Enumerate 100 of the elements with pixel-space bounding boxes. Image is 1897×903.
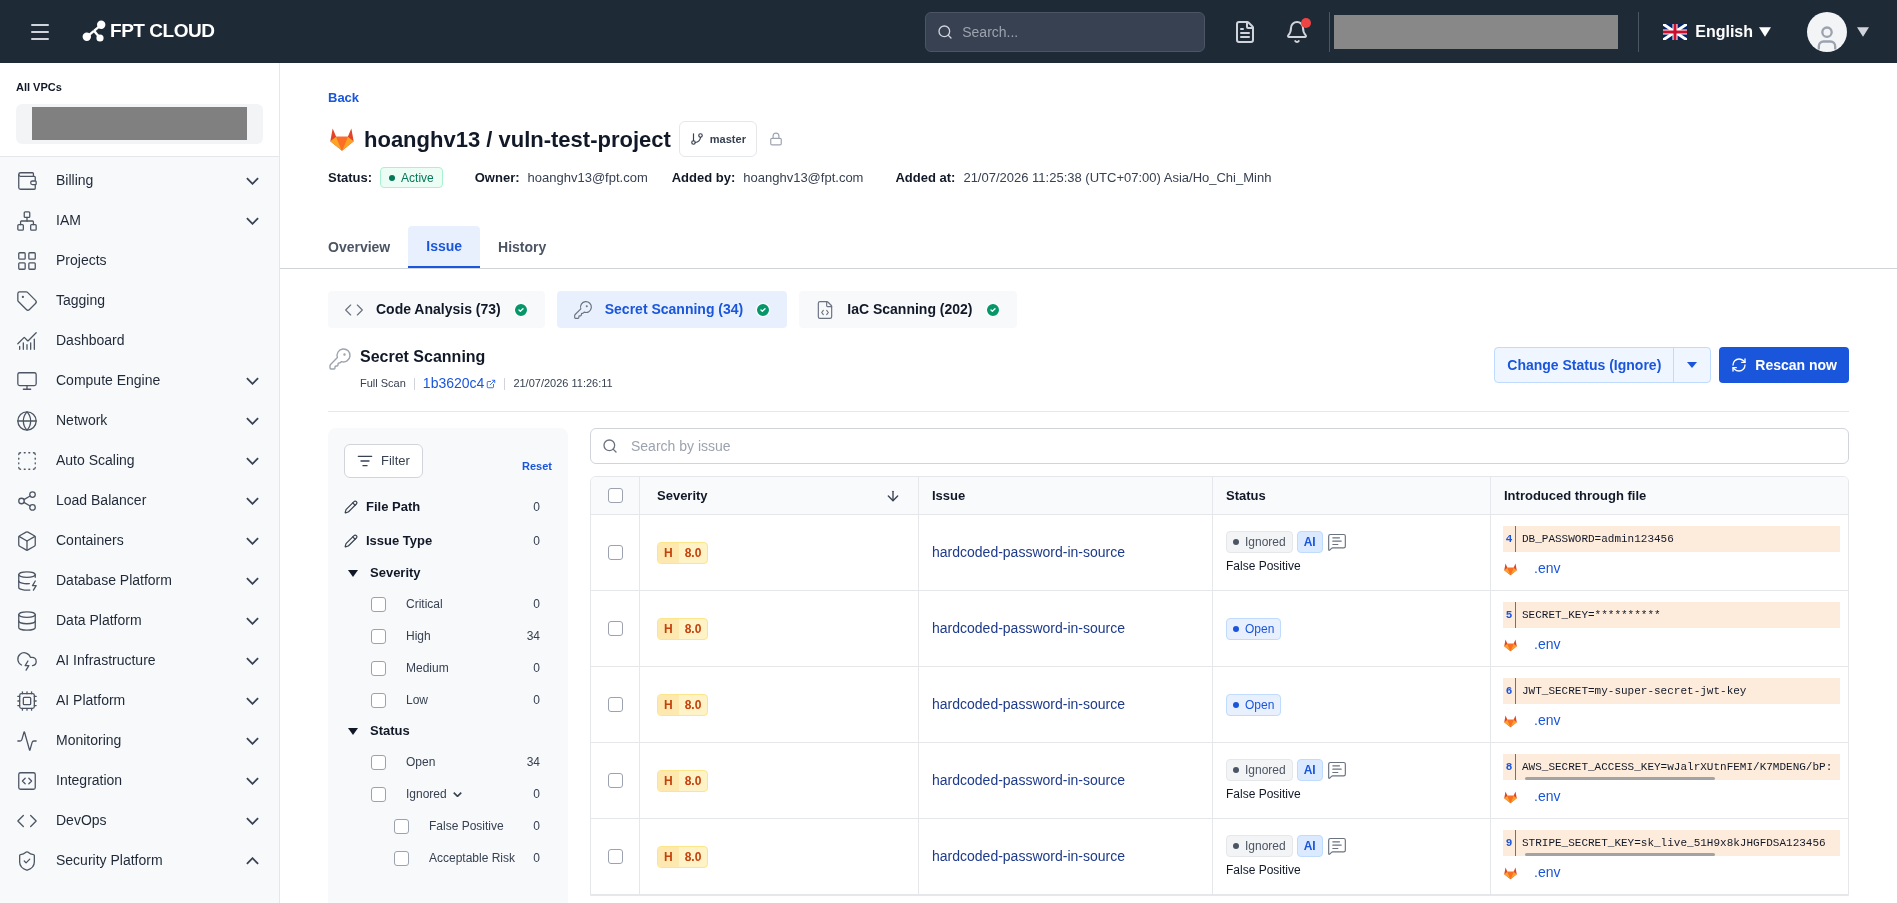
fox-logo-icon — [328, 126, 356, 152]
commit-link[interactable]: 1b3620c4 — [422, 373, 497, 394]
file-link[interactable]: .env — [1534, 558, 1561, 579]
checkbox[interactable] — [371, 692, 386, 708]
language-selector[interactable]: English — [1695, 19, 1753, 44]
sidebar-item[interactable]: AI Infrastructure — [0, 640, 279, 681]
scrollbar[interactable] — [1525, 853, 1715, 856]
filter-group: Status — [370, 721, 410, 741]
checkbox[interactable] — [394, 818, 409, 834]
checkbox[interactable] — [607, 849, 623, 864]
issue-link[interactable]: hardcoded-password-in-source — [932, 846, 1125, 867]
flag-icon — [1663, 23, 1688, 40]
file-link[interactable]: .env — [1534, 634, 1561, 655]
sidebar-item[interactable]: Integration — [0, 760, 279, 801]
filter-option[interactable]: Open — [406, 753, 436, 771]
checkbox[interactable] — [371, 628, 386, 644]
sidebar-item[interactable]: IAM — [0, 200, 279, 241]
tab[interactable]: Issue — [408, 226, 481, 268]
issue-search-field[interactable]: Search by issue — [590, 428, 1849, 464]
menu-item-icon — [16, 769, 38, 792]
checkbox[interactable] — [371, 786, 386, 802]
brand-name: FPT CLOUD — [110, 19, 215, 44]
checkbox[interactable] — [607, 697, 623, 712]
avatar[interactable] — [1807, 11, 1847, 52]
rescan-button[interactable]: Rescan now — [1719, 347, 1849, 383]
checkbox[interactable] — [607, 488, 623, 503]
comment-icon[interactable] — [1326, 759, 1347, 780]
sidebar-item[interactable]: Data Platform — [0, 600, 279, 641]
sidebar-item[interactable]: Monitoring — [0, 720, 279, 761]
filter-option[interactable]: Critical — [406, 595, 443, 613]
menu-item-icon — [16, 689, 38, 712]
menu-item-icon — [16, 289, 38, 312]
issue-link[interactable]: hardcoded-password-in-source — [932, 694, 1125, 715]
checkbox[interactable] — [371, 596, 386, 612]
file-link[interactable]: .env — [1534, 710, 1561, 731]
code-snippet: 4 DB_PASSWORD=admin123456 — [1503, 526, 1840, 552]
issue-link[interactable]: hardcoded-password-in-source — [932, 618, 1125, 639]
search-field[interactable]: Search... — [925, 11, 1206, 52]
fox-logo-icon — [1503, 865, 1518, 880]
search-icon — [937, 23, 954, 40]
key-icon — [328, 347, 352, 371]
scan-tab[interactable]: Secret Scanning (34) — [556, 291, 788, 328]
meta-label: Owner: — [474, 168, 520, 187]
option-count: 0 — [533, 818, 540, 835]
back-link[interactable]: Back — [328, 90, 360, 105]
bell-icon[interactable] — [1285, 19, 1310, 44]
file-link[interactable]: .env — [1534, 786, 1561, 807]
filter-field[interactable]: Issue Type — [366, 531, 433, 551]
file-link[interactable]: .env — [1534, 862, 1561, 883]
sidebar-item[interactable]: Auto Scaling — [0, 440, 279, 481]
filter-option[interactable]: High — [406, 627, 431, 645]
scan-tab[interactable]: IaC Scanning (202) — [799, 291, 1017, 328]
sidebar-item[interactable]: Database Platform — [0, 560, 279, 601]
checkbox[interactable] — [607, 621, 623, 636]
status-reason: False Positive — [1226, 785, 1302, 803]
caret-down-icon[interactable] — [348, 568, 358, 578]
sidebar-item[interactable]: Projects — [0, 240, 279, 281]
comment-icon[interactable] — [1326, 531, 1347, 552]
filter-option[interactable]: Acceptable Risk — [429, 849, 516, 867]
filter-option[interactable]: Ignored — [406, 785, 447, 803]
sidebar-item[interactable]: AI Platform — [0, 680, 279, 721]
checkbox[interactable] — [394, 850, 409, 866]
caret-icon — [1857, 26, 1869, 37]
tab[interactable]: History — [480, 226, 565, 268]
column-header[interactable]: Severity — [657, 485, 708, 506]
sidebar-item[interactable]: Dashboard — [0, 320, 279, 361]
ai-badge: AI — [1296, 834, 1323, 857]
refresh-icon — [1731, 357, 1748, 373]
sidebar-item[interactable]: DevOps — [0, 800, 279, 841]
sidebar-item[interactable]: Containers — [0, 520, 279, 561]
reset-link[interactable]: Reset — [522, 457, 552, 474]
checkbox[interactable] — [607, 773, 623, 788]
sidebar-item[interactable]: Tagging — [0, 280, 279, 321]
caret-down-icon[interactable] — [348, 726, 358, 736]
checkbox[interactable] — [371, 660, 386, 676]
scan-tab[interactable]: Code Analysis (73) — [328, 291, 545, 328]
filter-option[interactable]: Low — [406, 691, 428, 709]
issue-link[interactable]: hardcoded-password-in-source — [932, 770, 1125, 791]
tab[interactable]: Overview — [310, 226, 409, 268]
filter-option[interactable]: Medium — [406, 659, 449, 677]
vpc-label: All VPCs — [16, 80, 63, 95]
issue-link[interactable]: hardcoded-password-in-source — [932, 542, 1125, 563]
sidebar-item[interactable]: Billing — [0, 160, 279, 201]
vpc-selector[interactable] — [16, 103, 263, 144]
scrollbar[interactable] — [1525, 777, 1715, 780]
filter-field[interactable]: File Path — [366, 497, 421, 517]
sidebar-item[interactable]: Network — [0, 400, 279, 441]
menu-item-icon — [16, 369, 38, 392]
sidebar-item[interactable]: Security Platform — [0, 840, 279, 881]
checkbox[interactable] — [607, 545, 623, 560]
filter-option[interactable]: False Positive — [429, 817, 504, 835]
chevron-icon[interactable] — [452, 791, 462, 797]
sidebar-item[interactable]: Compute Engine — [0, 360, 279, 401]
status-reason: False Positive — [1226, 861, 1302, 879]
pencil-icon — [344, 500, 358, 514]
filter-button[interactable]: Filter — [344, 444, 423, 478]
checkbox[interactable] — [371, 754, 386, 770]
menu-item-icon — [16, 409, 38, 432]
comment-icon[interactable] — [1326, 835, 1347, 856]
sidebar-item[interactable]: Load Balancer — [0, 480, 279, 521]
